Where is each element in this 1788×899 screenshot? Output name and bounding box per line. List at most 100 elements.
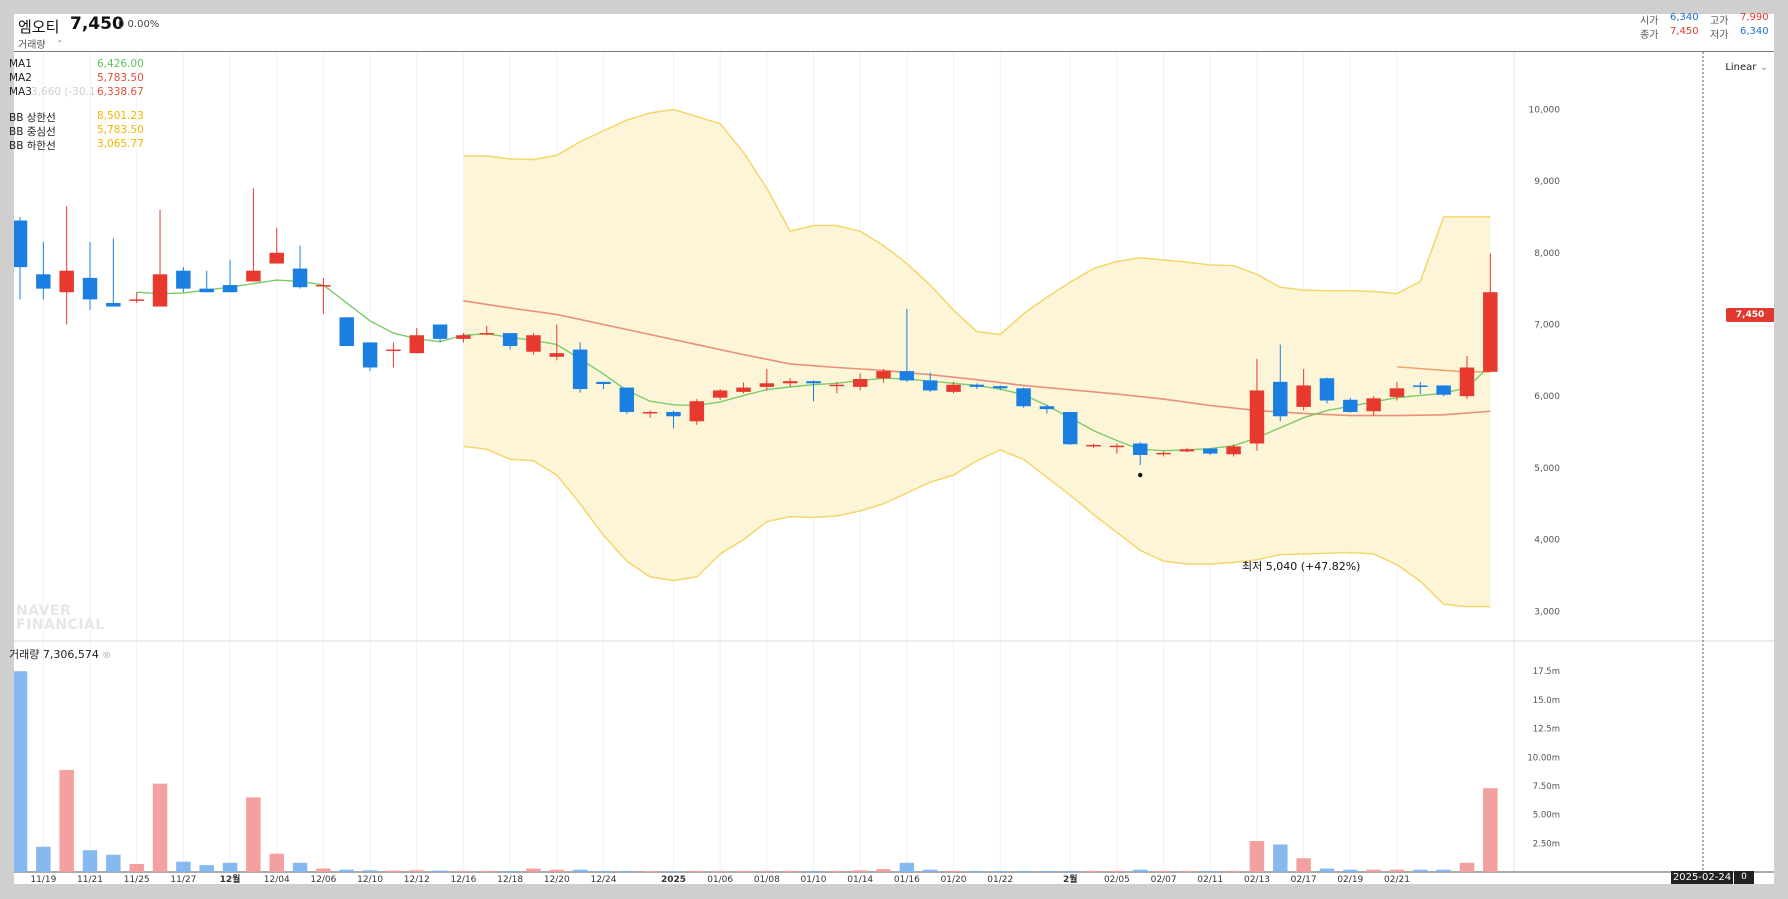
candle-body xyxy=(526,335,541,352)
candle-body xyxy=(246,270,261,282)
volume-bar xyxy=(596,870,611,872)
volume-bar xyxy=(829,870,845,872)
volume-bar xyxy=(386,870,401,872)
date-tick-label: 12/24 xyxy=(590,875,616,884)
date-tick-label: 02/11 xyxy=(1197,875,1223,884)
candle-body xyxy=(1016,388,1031,407)
date-tick-label: 11/25 xyxy=(124,875,150,884)
candle-body xyxy=(456,335,471,339)
volume-bar xyxy=(642,871,658,872)
volume-bar xyxy=(1483,788,1498,872)
volume-bar xyxy=(1179,870,1195,872)
date-tick-label: 2월 xyxy=(1063,873,1078,884)
candle-body xyxy=(1436,385,1451,395)
candle-body xyxy=(736,387,751,392)
candle-body xyxy=(689,401,705,422)
date-tick-label: 01/14 xyxy=(847,875,873,884)
scale-dropdown[interactable]: Linear ⌄ xyxy=(1725,62,1768,73)
volume-tick-label: 7.50m xyxy=(1533,782,1560,792)
volume-tick-label: 15.0m xyxy=(1533,696,1560,706)
volume-bar xyxy=(852,870,868,872)
legend-ma3: MA3 3,660 (-30.11%) 6,338.67 xyxy=(9,86,144,98)
date-tick-label: 12/10 xyxy=(357,875,383,884)
volume-bar xyxy=(246,797,261,872)
date-tick-label: 12월 xyxy=(220,873,241,884)
date-tick-label: 12/12 xyxy=(404,875,430,884)
volume-title: 거래량 7,306,574 ⊗ xyxy=(9,648,111,661)
candle-body xyxy=(759,383,775,387)
legend-bb-mid: BB 중심선 5,783.50 xyxy=(9,124,144,138)
min-price-label: 최저 5,040 (+47.82%) xyxy=(1242,560,1361,573)
candle-body xyxy=(1343,399,1358,412)
volume-bar xyxy=(106,854,121,872)
legend-bb-lower: BB 하한선 3,065.77 xyxy=(9,138,144,152)
candle-body xyxy=(152,274,168,307)
date-tick-label: 12/04 xyxy=(264,875,290,884)
legend-ma2: MA2 5,783.50 xyxy=(9,72,144,84)
candle-body xyxy=(1133,443,1148,455)
candle-body xyxy=(1226,446,1241,455)
price-tick-label: 9,000 xyxy=(1534,177,1560,187)
candle-body xyxy=(269,252,284,264)
volume-bar xyxy=(1389,869,1405,872)
volume-bar xyxy=(432,870,448,872)
candle-body xyxy=(36,274,51,289)
candle-body xyxy=(1459,367,1475,397)
volume-tick-label: 10.00m xyxy=(1527,753,1560,763)
candle-body xyxy=(1249,390,1265,444)
volume-bar xyxy=(269,853,284,872)
volume-bar xyxy=(1016,870,1031,872)
volume-bar xyxy=(502,870,518,872)
price-tick-label: 10,000 xyxy=(1529,105,1561,115)
date-tick-label: 01/08 xyxy=(754,875,780,884)
candle-body xyxy=(1039,406,1055,410)
candle-body xyxy=(129,299,144,301)
candle-body xyxy=(1366,398,1381,412)
volume-bar xyxy=(59,769,74,872)
candle-body xyxy=(222,285,238,293)
close-icon[interactable]: ⊗ xyxy=(102,650,110,661)
date-tick-label: 01/06 xyxy=(707,875,733,884)
candle-body xyxy=(666,411,681,417)
price-tick-label: 5,000 xyxy=(1534,464,1560,474)
volume-bar xyxy=(876,869,891,872)
chart-window: 엠오티 7,450 0 0.00% 거래량 - 시가 6,340 고가 7,99… xyxy=(9,12,1774,884)
candle-body xyxy=(432,324,448,339)
date-tick-label: 11/21 xyxy=(77,875,103,884)
volume-bar xyxy=(339,869,354,872)
candle-body xyxy=(479,333,495,335)
volume-bar xyxy=(1366,869,1381,872)
volume-bar xyxy=(152,783,168,872)
candle-body xyxy=(502,333,518,346)
volume-bar xyxy=(666,871,681,872)
volume-bar xyxy=(82,850,98,872)
volume-bar xyxy=(1039,870,1055,872)
volume-bar xyxy=(199,865,214,872)
volume-bar xyxy=(479,870,495,872)
volume-bar xyxy=(1249,841,1265,872)
volume-bar xyxy=(1436,869,1451,872)
price-tick-label: 8,000 xyxy=(1534,249,1560,259)
legend-bb-upper: BB 상한선 8,501.23 xyxy=(9,110,144,124)
price-tick-label: 4,000 xyxy=(1534,536,1560,546)
date-tick-label: 02/07 xyxy=(1151,875,1177,884)
crosshair-date-tag: 2025-02-24 xyxy=(1671,871,1733,884)
volume-bar xyxy=(736,870,751,872)
candle-body xyxy=(1389,388,1405,397)
candle-body xyxy=(1483,292,1498,372)
date-tick-label: 01/16 xyxy=(894,875,920,884)
volume-bar xyxy=(1109,870,1125,872)
candle-body xyxy=(316,285,331,287)
watermark: NAVER FINANCIAL xyxy=(16,603,105,633)
volume-tick-label: 17.5m xyxy=(1533,667,1560,677)
chevron-down-icon: ⌄ xyxy=(1759,62,1768,73)
price-chart[interactable]: 10,000 9,000 8,000 7,000 6,000 5,000 4,000 3,00… xyxy=(14,14,1774,884)
candle-body xyxy=(176,270,191,289)
candle-body xyxy=(946,384,961,392)
price-tick-label: 7,000 xyxy=(1534,320,1560,330)
candle-body xyxy=(992,386,1008,389)
candle-body xyxy=(642,411,658,414)
volume-tick-label: 12.5m xyxy=(1533,725,1560,735)
date-tick-label: 01/22 xyxy=(987,875,1013,884)
candle-body xyxy=(1319,378,1335,401)
